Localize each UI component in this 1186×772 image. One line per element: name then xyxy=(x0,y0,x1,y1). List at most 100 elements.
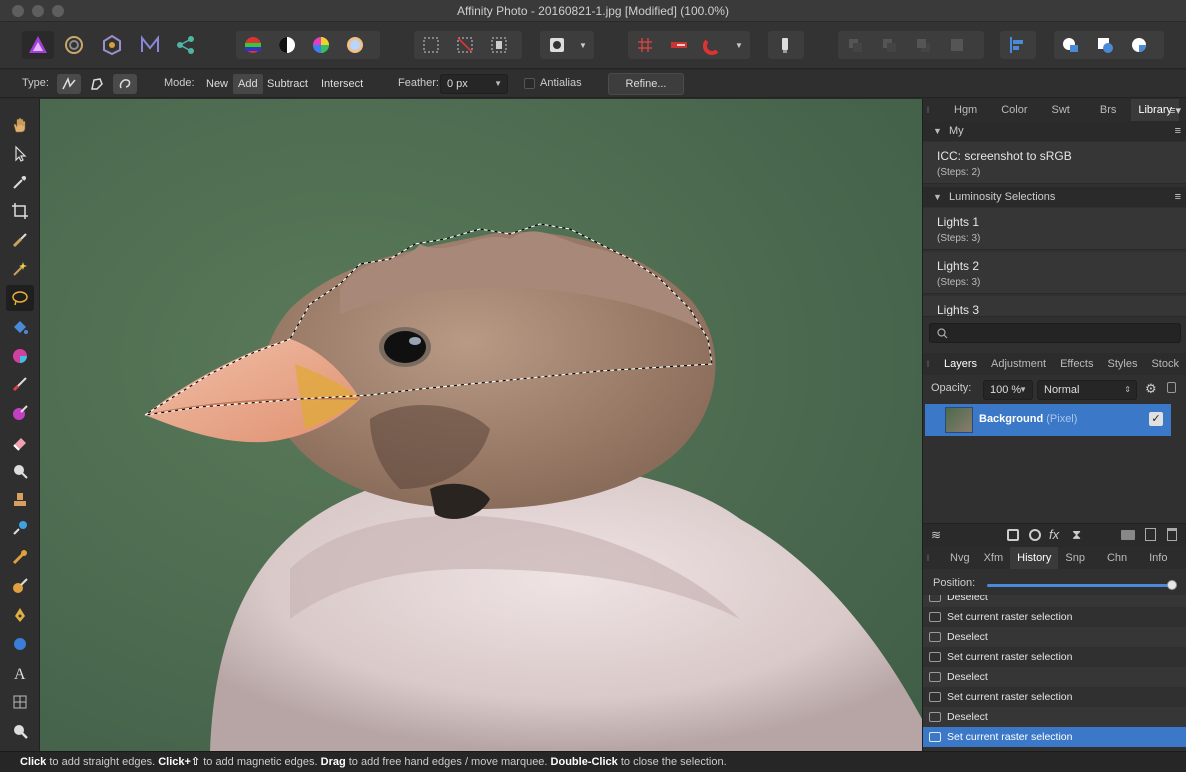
refine-button[interactable]: Refine... xyxy=(608,73,684,95)
contrast-icon[interactable] xyxy=(270,31,304,59)
move-to-front-icon[interactable] xyxy=(940,31,974,59)
tab-layers[interactable]: Layers xyxy=(937,353,984,375)
freehand-type-icon[interactable] xyxy=(113,74,137,94)
panel-grip-icon[interactable]: ‖ xyxy=(923,105,933,115)
blend-mode-select[interactable]: Normal ⇕ xyxy=(1037,380,1137,400)
assistant-icon[interactable] xyxy=(662,31,696,59)
opacity-field[interactable]: 100 % ▼ xyxy=(983,380,1033,400)
tone-mapping-persona-icon[interactable] xyxy=(134,31,166,59)
library-section-my[interactable]: ▼ My ≡ xyxy=(923,121,1186,141)
history-item[interactable]: Set current raster selection xyxy=(923,687,1186,707)
feather-field[interactable]: 0 px ▼ xyxy=(440,74,508,94)
paint-brush-icon[interactable] xyxy=(6,371,34,397)
move-forward-icon[interactable] xyxy=(906,31,940,59)
mode-intersect-button[interactable]: Intersect xyxy=(316,74,368,94)
layer-visibility-checkbox[interactable]: ✓ xyxy=(1149,412,1163,426)
tab-stock[interactable]: Stock xyxy=(1144,353,1186,375)
add-layer-icon[interactable] xyxy=(1145,528,1156,541)
history-item[interactable]: Deselect xyxy=(923,595,1186,607)
disclosure-triangle-icon[interactable]: ▼ xyxy=(933,121,942,141)
freehand-selection-icon[interactable] xyxy=(6,285,34,311)
macro-item[interactable]: Lights 1 (Steps: 3) xyxy=(923,208,1186,250)
document-canvas[interactable] xyxy=(40,99,922,751)
crop-icon[interactable] xyxy=(6,198,34,224)
chevron-down-icon[interactable]: ▼ xyxy=(574,41,592,50)
tab-brushes[interactable]: Brs xyxy=(1093,99,1124,121)
snapping-magnet-icon[interactable] xyxy=(696,31,730,59)
fill-icon[interactable] xyxy=(6,314,34,340)
select-all-icon[interactable] xyxy=(414,31,448,59)
adjustment-layer-icon[interactable] xyxy=(1029,529,1041,541)
gradient-icon[interactable] xyxy=(6,343,34,369)
folder-icon[interactable] xyxy=(1121,530,1135,540)
white-balance-icon[interactable] xyxy=(338,31,372,59)
chevron-down-icon[interactable]: ▼ xyxy=(730,41,748,50)
mode-subtract-button[interactable]: Subtract xyxy=(262,74,313,94)
flood-select-icon[interactable] xyxy=(6,256,34,282)
disclosure-triangle-icon[interactable]: ▼ xyxy=(933,187,942,207)
tab-navigator[interactable]: Nvg xyxy=(943,547,977,569)
tab-swatches[interactable]: Swt xyxy=(1045,99,1077,121)
blemish-icon[interactable] xyxy=(6,544,34,570)
slider-knob[interactable] xyxy=(1167,580,1177,590)
macro-item[interactable]: Lights 2 (Steps: 3) xyxy=(923,252,1186,294)
deselect-icon[interactable] xyxy=(448,31,482,59)
color-wheel-icon[interactable] xyxy=(304,31,338,59)
panel-grip-icon[interactable]: ‖ xyxy=(923,359,933,369)
mode-new-button[interactable]: New xyxy=(201,74,233,94)
selection-brush-icon[interactable] xyxy=(6,227,34,253)
erase-icon[interactable] xyxy=(6,429,34,455)
magnetic-type-icon[interactable] xyxy=(85,74,109,94)
healing-icon[interactable] xyxy=(6,515,34,541)
tab-history[interactable]: History xyxy=(1010,547,1059,569)
gear-icon[interactable]: ⚙ xyxy=(1145,381,1157,397)
tab-effects[interactable]: Effects xyxy=(1053,353,1100,375)
library-section-luminosity[interactable]: ▼ Luminosity Selections ≡ xyxy=(923,187,1186,207)
text-icon[interactable]: A xyxy=(6,660,34,686)
history-item[interactable]: Set current raster selection xyxy=(923,647,1186,667)
macro-item[interactable]: Lights 3 xyxy=(923,296,1186,317)
section-menu-icon[interactable]: ≡ xyxy=(1175,121,1181,141)
subtract-shape-icon[interactable] xyxy=(1088,31,1122,59)
history-position-slider[interactable] xyxy=(987,584,1173,587)
pen-icon[interactable] xyxy=(6,602,34,628)
dodge-icon[interactable] xyxy=(6,458,34,484)
color-replace-icon[interactable] xyxy=(6,400,34,426)
tab-channels[interactable]: Chn xyxy=(1100,547,1134,569)
macro-item[interactable]: ICC: screenshot to sRGB (Steps: 2) xyxy=(923,142,1186,184)
layers-stack-icon[interactable]: ≋ xyxy=(931,528,941,542)
move-to-back-icon[interactable] xyxy=(838,31,872,59)
tab-histogram[interactable]: Hgm xyxy=(947,99,984,121)
move-back-icon[interactable] xyxy=(872,31,906,59)
color-picker-icon[interactable] xyxy=(6,169,34,195)
library-search-input[interactable] xyxy=(929,323,1181,343)
layer-row[interactable]: Background (Pixel) ✓ xyxy=(925,404,1171,436)
move-icon[interactable] xyxy=(6,141,34,167)
levels-icon[interactable] xyxy=(236,31,270,59)
grid-icon[interactable] xyxy=(628,31,662,59)
add-shape-icon[interactable] xyxy=(1054,31,1088,59)
tab-adjustment[interactable]: Adjustment xyxy=(984,353,1053,375)
trash-icon[interactable] xyxy=(1167,528,1177,541)
panel-grip-icon[interactable]: ‖ xyxy=(923,553,933,563)
tab-styles[interactable]: Styles xyxy=(1101,353,1145,375)
shape-icon[interactable] xyxy=(6,631,34,657)
history-item[interactable]: Deselect xyxy=(923,627,1186,647)
quick-mask-icon[interactable] xyxy=(540,31,574,59)
zoom-icon[interactable] xyxy=(6,718,34,744)
polygonal-type-icon[interactable] xyxy=(57,74,81,94)
tab-info[interactable]: Info xyxy=(1142,547,1174,569)
mask-layer-icon[interactable] xyxy=(1007,529,1019,541)
history-item[interactable]: Deselect xyxy=(923,667,1186,687)
history-item[interactable]: Set current raster selection xyxy=(923,607,1186,627)
lock-icon[interactable] xyxy=(1167,382,1176,393)
tab-color[interactable]: Color xyxy=(994,99,1034,121)
clone-icon[interactable] xyxy=(6,487,34,513)
invert-selection-icon[interactable] xyxy=(482,31,516,59)
smudge-icon[interactable] xyxy=(6,573,34,599)
hand-icon[interactable] xyxy=(6,112,34,138)
tab-transform[interactable]: Xfm xyxy=(977,547,1011,569)
fx-icon[interactable]: fx xyxy=(1049,527,1059,542)
mesh-warp-icon[interactable] xyxy=(6,689,34,715)
align-left-icon[interactable] xyxy=(1000,31,1034,59)
